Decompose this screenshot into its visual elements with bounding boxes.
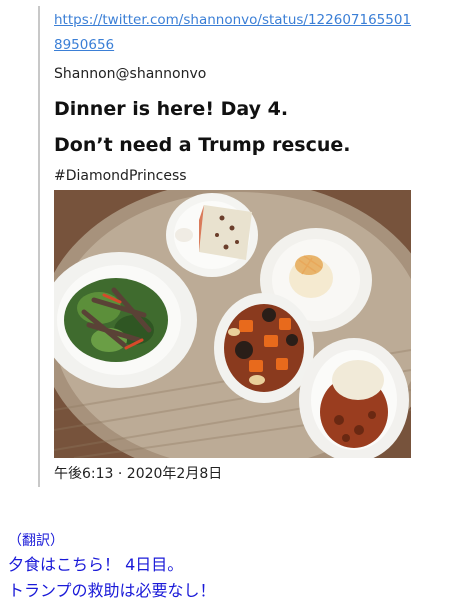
tweet-link[interactable]: https://twitter.com/shannonvo/status/122…	[54, 8, 414, 58]
embedded-tweet: https://twitter.com/shannonvo/status/122…	[54, 8, 454, 186]
tweet-text-line-2: Don’t need a Trump rescue.	[54, 134, 351, 156]
tweet-timestamp[interactable]: 午後6:13 · 2020年2月8日	[54, 464, 222, 484]
dinner-photo	[54, 190, 411, 458]
tweet-hashtag[interactable]: #DiamondPrincess	[54, 166, 454, 186]
tweet-author: Shannon@shannonvo	[54, 66, 207, 82]
translation-line-2: トランプの救助は必要なし！	[8, 581, 216, 600]
translation-header: （翻訳）	[8, 533, 64, 549]
translation-block: （翻訳） 夕食はこちら！ 4日目。 トランプの救助は必要なし！	[8, 530, 458, 604]
tweet-text-line-1: Dinner is here! Day 4.	[54, 98, 289, 120]
translation-line-1: 夕食はこちら！ 4日目。	[8, 555, 184, 574]
quote-bar	[38, 6, 40, 487]
